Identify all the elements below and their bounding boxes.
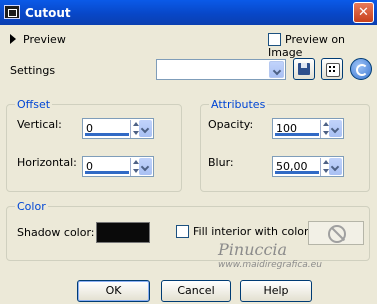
horizontal-slider-bar[interactable] xyxy=(85,171,129,174)
help-label: Help xyxy=(263,284,289,297)
chevron-down-icon[interactable] xyxy=(139,158,152,175)
settings-preset-dropdown[interactable] xyxy=(156,59,286,80)
blur-label: Blur: xyxy=(208,156,234,169)
fill-interior-label: Fill interior with color: xyxy=(193,225,313,238)
chevron-down-icon[interactable] xyxy=(329,120,342,137)
shadow-color-swatch[interactable] xyxy=(96,222,150,243)
fill-interior-checkbox[interactable] xyxy=(176,225,189,238)
preview-on-image-checkbox[interactable] xyxy=(268,33,281,46)
preview-on-image-option[interactable]: Preview on Image xyxy=(268,33,377,59)
horizontal-spinner[interactable]: 0 xyxy=(82,156,154,177)
horizontal-label: Horizontal: xyxy=(17,156,77,169)
reset-button[interactable] xyxy=(350,58,372,80)
settings-label: Settings xyxy=(10,64,56,77)
ok-label: OK xyxy=(105,284,122,297)
vertical-label: Vertical: xyxy=(17,118,62,131)
opacity-label: Opacity: xyxy=(208,118,254,131)
fill-color-swatch xyxy=(308,221,364,245)
vertical-spinner[interactable]: 0 xyxy=(82,118,154,139)
window-title: Cutout xyxy=(25,6,71,20)
close-button[interactable]: ✕ xyxy=(353,2,374,23)
cancel-label: Cancel xyxy=(177,284,215,297)
fill-interior-option[interactable]: Fill interior with color: xyxy=(176,225,312,238)
opacity-spinner[interactable]: 100 xyxy=(272,118,344,139)
help-button[interactable]: Help xyxy=(240,280,312,302)
randomize-button[interactable] xyxy=(321,58,343,80)
watermark-url: www.maidiregrafica.eu xyxy=(218,260,322,270)
opacity-slider-bar[interactable] xyxy=(275,133,319,136)
shadow-color-label: Shadow color: xyxy=(17,226,95,239)
attributes-group-title: Attributes xyxy=(209,98,268,111)
vertical-slider-bar[interactable] xyxy=(85,133,129,136)
watermark-name: Pinuccia xyxy=(218,240,288,259)
chevron-down-icon[interactable] xyxy=(329,158,342,175)
ok-button[interactable]: OK xyxy=(77,280,150,302)
preview-toggle[interactable]: Preview xyxy=(10,33,66,46)
blur-spinner[interactable]: 50,00 xyxy=(272,156,344,177)
color-group-title: Color xyxy=(15,200,48,213)
preview-label: Preview xyxy=(23,33,66,46)
app-icon xyxy=(4,5,20,19)
cancel-button[interactable]: Cancel xyxy=(161,280,231,302)
offset-group-title: Offset xyxy=(15,98,53,111)
title-bar[interactable]: Cutout ✕ xyxy=(0,0,377,25)
blur-slider-bar[interactable] xyxy=(275,171,319,174)
chevron-down-icon[interactable] xyxy=(269,61,284,78)
chevron-down-icon[interactable] xyxy=(139,120,152,137)
expand-arrow-icon xyxy=(10,34,16,44)
save-preset-button[interactable] xyxy=(293,58,315,80)
